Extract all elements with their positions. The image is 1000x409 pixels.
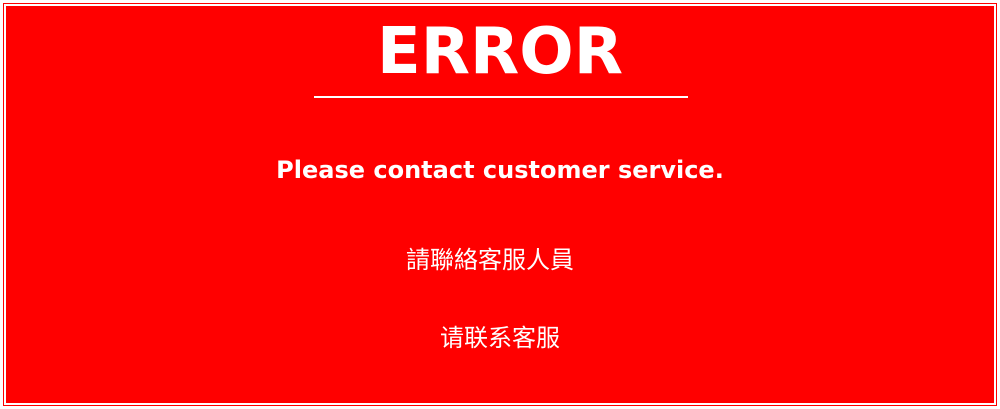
error-message-simplified-chinese: 请联系客服: [440, 324, 560, 352]
error-message-english: Please contact customer service.: [276, 156, 724, 184]
error-title: ERROR: [377, 15, 623, 89]
error-panel: ERROR Please contact customer service. 請…: [3, 3, 997, 406]
error-message-traditional-chinese: 請聯絡客服人員: [406, 246, 574, 274]
title-divider: [314, 96, 688, 98]
